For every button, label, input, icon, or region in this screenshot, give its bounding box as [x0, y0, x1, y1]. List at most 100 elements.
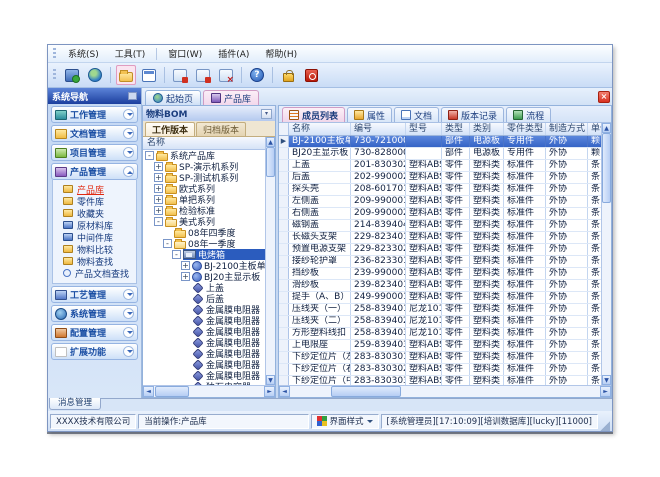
sidebar-item[interactable]: 原材料库	[53, 219, 136, 231]
scroll-right-icon[interactable]: ►	[600, 386, 611, 397]
tree-node[interactable]: - 美式系列	[143, 216, 265, 227]
scroll-thumb[interactable]	[155, 386, 189, 397]
bom-version-tab[interactable]: 工作版本	[145, 122, 195, 136]
menu-plugins[interactable]: 插件(A)	[211, 45, 256, 62]
tree-expander[interactable]: -	[154, 217, 163, 226]
table-row[interactable]: ▶ BJ-2100主板单点 730-721000-12X 部件 电源板 专用件 …	[279, 136, 601, 148]
sidebar-item[interactable]: 物料比较	[53, 243, 136, 255]
panel-menu-icon[interactable]: ▾	[261, 109, 272, 119]
tree-node[interactable]: 金属膜电阻器	[143, 326, 265, 337]
tree-expander[interactable]: +	[181, 272, 190, 281]
sidebar-group-product[interactable]: 产品管理 产品库 零件库	[51, 163, 138, 284]
menu-grip[interactable]	[53, 48, 56, 60]
column-header[interactable]: 类型	[442, 123, 470, 135]
open-library-button[interactable]	[116, 65, 136, 85]
tree-column-header[interactable]: 名称	[143, 137, 265, 150]
member-tab[interactable]: 流程	[506, 107, 551, 122]
table-row[interactable]: ▶ 滑纱板 239-823401-00X 塑料ABS 零件 塑料类 标准件 外协…	[279, 280, 601, 292]
help-button[interactable]: ?	[247, 65, 267, 85]
tree-node[interactable]: - 08年一季度	[143, 238, 265, 249]
message-panel-tab[interactable]: 消息管理	[49, 398, 101, 410]
chevron-down-icon[interactable]	[123, 346, 134, 357]
sidebar-group[interactable]: 项目管理	[51, 144, 138, 161]
sidebar-group[interactable]: 工艺管理	[51, 286, 138, 303]
tree-expander[interactable]: +	[154, 195, 163, 204]
tree-node[interactable]: 金属膜电阻器	[143, 359, 265, 370]
column-header[interactable]: 单位	[588, 123, 601, 135]
table-row[interactable]: ▶ 下纱定位片（右） 283-830302-00X 塑料ABS 零件 塑料类 标…	[279, 364, 601, 376]
tab-product-library[interactable]: 产品库	[203, 90, 259, 105]
menu-window[interactable]: 窗口(W)	[161, 45, 209, 62]
tree-expander[interactable]: -	[145, 151, 154, 160]
scroll-left-icon[interactable]: ◄	[279, 386, 290, 397]
scroll-thumb[interactable]	[266, 147, 275, 177]
column-header[interactable]: 类别	[470, 123, 504, 135]
table-row[interactable]: ▶ 压线夹（一） 258-839401-00X 尼龙1010 零件 塑料类 标准…	[279, 304, 601, 316]
tree-expander[interactable]: +	[154, 206, 163, 215]
chevron-down-icon[interactable]	[123, 128, 134, 139]
sidebar-item[interactable]: 产品库	[53, 183, 136, 195]
tree-node[interactable]: 金属膜电阻器	[143, 315, 265, 326]
column-header[interactable]: 制造方式	[546, 123, 588, 135]
toolbar-grip[interactable]	[53, 69, 56, 81]
menu-tools[interactable]: 工具(T)	[108, 45, 153, 62]
tree-expander[interactable]: -	[163, 239, 172, 248]
scroll-up-icon[interactable]: ▲	[266, 137, 275, 147]
chevron-down-icon[interactable]	[123, 308, 134, 319]
screen-button[interactable]	[62, 65, 82, 85]
globe-button[interactable]	[85, 65, 105, 85]
table-row[interactable]: ▶ 右侧盖 209-990002-01X 塑料ABS 零件 塑料类 标准件 外协…	[279, 208, 601, 220]
tree-horizontal-scrollbar[interactable]: ◄ ►	[143, 385, 275, 397]
scroll-thumb[interactable]	[331, 386, 401, 397]
member-tab[interactable]: 属性	[347, 107, 392, 122]
tree-node[interactable]: - 电烤箱	[143, 249, 265, 260]
scroll-down-icon[interactable]: ▼	[266, 375, 275, 385]
table-row[interactable]: ▶ 探头壳 208-601701-01X 塑料ABS 零件 塑料类 标准件 外协…	[279, 184, 601, 196]
sidebar-item[interactable]: 产品文档查找	[53, 267, 136, 279]
table-row[interactable]: ▶ 方形塑料线扣 258-839403-00X 尼龙1010 零件 塑料类 标准…	[279, 328, 601, 340]
sidebar-group[interactable]: 文档管理	[51, 125, 138, 142]
column-header[interactable]: 型号	[406, 123, 442, 135]
tree-node[interactable]: 上盖	[143, 282, 265, 293]
tree-node[interactable]: - 系统产品库	[143, 150, 265, 161]
table-row[interactable]: ▶ 接纱轮护罩 236-823301-00X 塑料ABS 零件 塑料类 标准件 …	[279, 256, 601, 268]
resize-grip[interactable]	[600, 417, 610, 431]
member-tab[interactable]: 文档	[394, 107, 439, 122]
table-row[interactable]: ▶ 上盖 201-830302-00X 塑料ABS 零件 塑料类 标准件 外协 …	[279, 160, 601, 172]
menu-help[interactable]: 帮助(H)	[258, 45, 304, 62]
table-row[interactable]: ▶ 后盖 202-990002-01X 塑料ABS 零件 塑料类 标准件 外协 …	[279, 172, 601, 184]
table-row[interactable]: ▶ 下纱定位片（中） 283-830303-00X 塑料ABS 零件 塑料类 标…	[279, 376, 601, 385]
chevron-down-icon[interactable]	[123, 327, 134, 338]
tree-expander[interactable]: +	[154, 162, 163, 171]
table-row[interactable]: ▶ 提手（A、B） 249-990001-01X 塑料ABS 零件 塑料类 标准…	[279, 292, 601, 304]
column-header[interactable]: 名称	[289, 123, 351, 135]
sidebar-group[interactable]: 配置管理	[51, 324, 138, 341]
report-button[interactable]	[139, 65, 159, 85]
chevron-up-icon[interactable]	[123, 166, 134, 177]
table-row[interactable]: ▶ 上电限座 259-839403-00X 塑料ABS 零件 塑料类 标准件 外…	[279, 340, 601, 352]
chevron-down-icon[interactable]	[123, 289, 134, 300]
tab-home[interactable]: 起始页	[145, 90, 201, 105]
tree-node[interactable]: + 检验标准	[143, 205, 265, 216]
tree-node[interactable]: + BJ-2100主板单点	[143, 260, 265, 271]
scroll-right-icon[interactable]: ►	[264, 386, 275, 397]
scroll-thumb[interactable]	[602, 133, 611, 203]
close-window-button[interactable]	[216, 65, 236, 85]
tree-node[interactable]: + SP-演示机系列	[143, 161, 265, 172]
tree-node[interactable]: + SP-测试机系列	[143, 172, 265, 183]
tree-node[interactable]: 金属膜电阻器	[143, 337, 265, 348]
ui-style-button[interactable]: 界面样式	[311, 414, 379, 429]
tree-expander[interactable]: +	[154, 173, 163, 182]
chevron-down-icon[interactable]	[123, 109, 134, 120]
close-tab-icon[interactable]: ×	[598, 91, 610, 103]
tree-node[interactable]: + BJ20主显示板	[143, 271, 265, 282]
tree-node[interactable]: + 单把系列	[143, 194, 265, 205]
grid-vertical-scrollbar[interactable]: ▲ ▼	[601, 123, 611, 385]
tree-node[interactable]: 08年四季度	[143, 227, 265, 238]
exit-button[interactable]	[301, 65, 321, 85]
tree-node[interactable]: 后盖	[143, 293, 265, 304]
column-header[interactable]: 编号	[351, 123, 406, 135]
sidebar-group[interactable]: 工作管理	[51, 106, 138, 123]
table-row[interactable]: ▶ 左侧盖 209-990001-01X 塑料ABS 零件 塑料类 标准件 外协…	[279, 196, 601, 208]
bom-version-tab[interactable]: 归档版本	[196, 122, 246, 136]
